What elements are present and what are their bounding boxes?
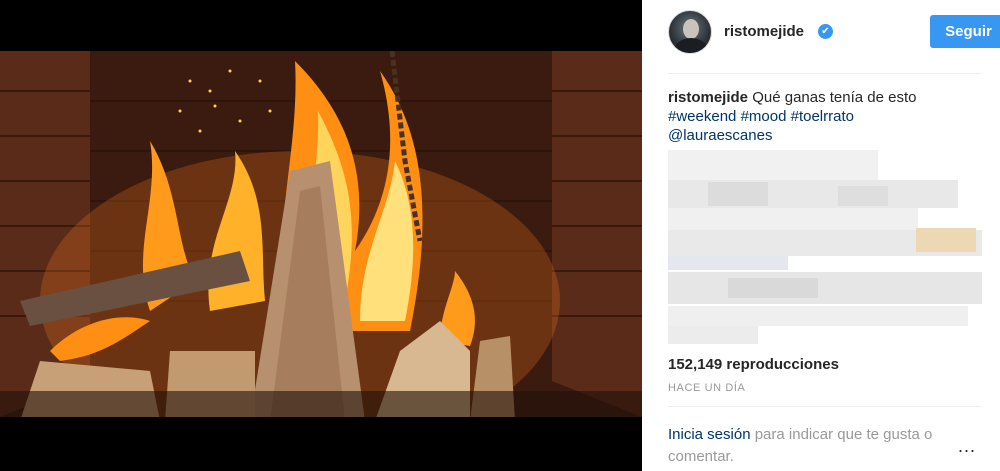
pixelated-comments [668,150,982,350]
avatar[interactable] [668,10,712,54]
login-link[interactable]: Inicia sesión [668,426,751,443]
fireplace-illustration [0,51,642,417]
post-header: ristomejide ✔ Seguir [668,10,1000,54]
username-link[interactable]: ristomejide [724,23,804,40]
post-timestamp[interactable]: HACE UN DÍA [668,382,746,394]
fireplace-video[interactable] [0,51,642,417]
post-sidebar: ristomejide ✔ Seguir ristomejide Qué gan… [642,0,1000,471]
verified-badge-icon: ✔ [818,24,833,39]
more-options-icon[interactable]: ... [958,436,976,457]
post-media [0,0,642,471]
login-prompt: Inicia sesión para indicar que te gusta … [668,424,958,468]
footer-divider [668,406,982,407]
caption-text: Qué ganas tenía de esto [752,89,917,106]
post-caption: ristomejide Qué ganas tenía de esto #wee… [668,88,968,145]
hashtag-weekend[interactable]: #weekend [668,108,736,125]
follow-button[interactable]: Seguir [930,15,1000,48]
view-count: 152,149 reproducciones [668,356,839,373]
hashtag-toelrrato[interactable]: #toelrrato [791,108,854,125]
mention-lauraescanes[interactable]: @lauraescanes [668,127,772,144]
hashtag-mood[interactable]: #mood [741,108,787,125]
avatar-body [675,38,707,53]
header-divider [668,73,982,74]
caption-username[interactable]: ristomejide [668,89,748,106]
avatar-face [683,19,699,39]
